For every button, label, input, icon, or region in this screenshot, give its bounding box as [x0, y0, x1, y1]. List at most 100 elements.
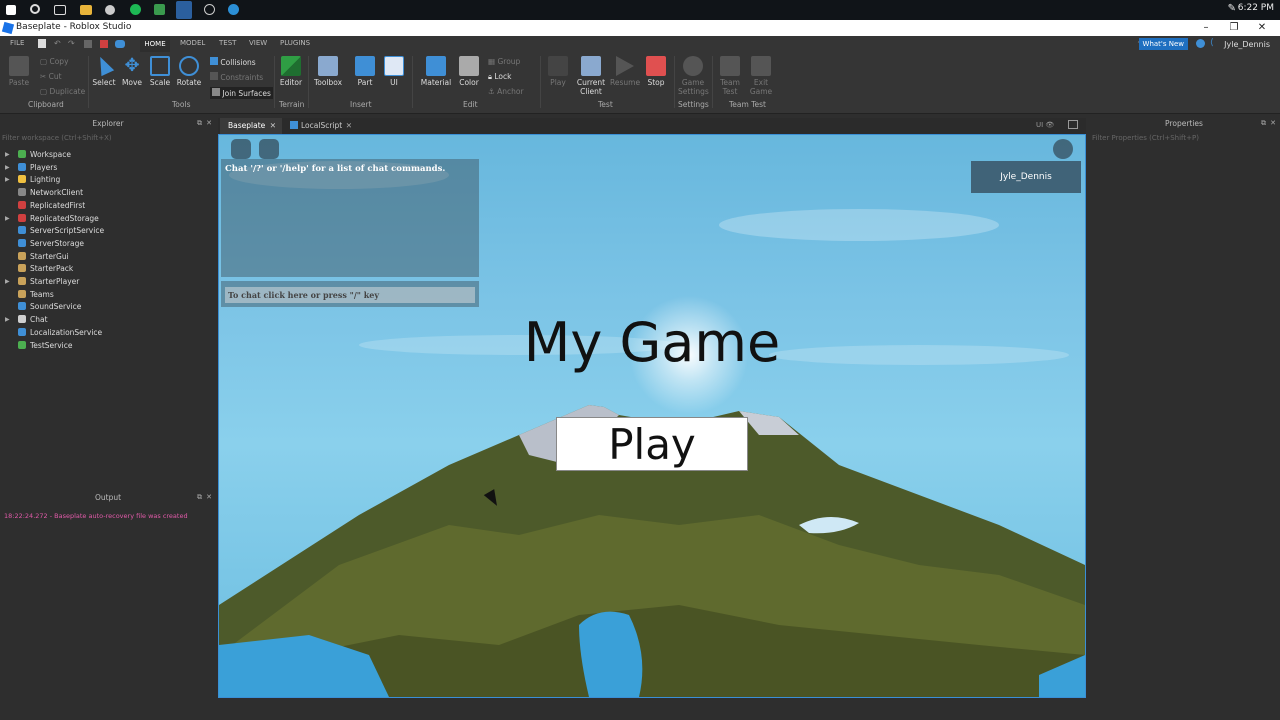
- collisions-toggle[interactable]: Collisions: [210, 57, 256, 67]
- select-button[interactable]: Select: [92, 53, 116, 87]
- maximize-icon[interactable]: ❐: [1220, 21, 1248, 35]
- tree-item[interactable]: StarterPack: [18, 263, 73, 275]
- current-client-button[interactable]: Current Client: [574, 56, 608, 96]
- user-menu[interactable]: Jyle_Dennis: [1224, 40, 1270, 49]
- properties-filter-input[interactable]: Filter Properties (Ctrl+Shift+P): [1090, 132, 1278, 144]
- game-settings-button[interactable]: Game Settings: [678, 56, 709, 96]
- tab-file[interactable]: FILE: [10, 39, 24, 47]
- tree-expand-icon[interactable]: ▶: [5, 215, 10, 222]
- ui-visibility-toggle[interactable]: UI 👁︎: [1036, 121, 1054, 129]
- player-list-entry[interactable]: Jyle_Dennis: [971, 161, 1081, 193]
- paste-button[interactable]: Paste: [6, 56, 32, 87]
- chat-input[interactable]: To chat click here or press "/" key: [225, 287, 475, 303]
- anchor-button[interactable]: ⚓︎ Anchor: [488, 87, 524, 96]
- undock-icon[interactable]: ⧉: [197, 493, 202, 502]
- tree-expand-icon[interactable]: ▶: [5, 278, 10, 285]
- spotify-icon[interactable]: [130, 4, 141, 15]
- rotate-button[interactable]: Rotate: [176, 56, 202, 87]
- color-button[interactable]: Color: [456, 56, 482, 87]
- tree-item[interactable]: Players: [18, 162, 57, 174]
- app-icon[interactable]: [105, 5, 115, 15]
- exit-game-button[interactable]: Exit Game: [748, 56, 774, 96]
- folder-icon[interactable]: [80, 5, 92, 15]
- tree-item[interactable]: LocalizationService: [18, 327, 102, 339]
- tab-home[interactable]: HOME: [140, 36, 170, 52]
- fullscreen-icon[interactable]: [1068, 120, 1078, 129]
- tree-item[interactable]: NetworkClient: [18, 187, 83, 199]
- new-file-icon[interactable]: [38, 39, 46, 48]
- explorer-filter-input[interactable]: Filter workspace (Ctrl+Shift+X): [0, 132, 216, 144]
- tree-expand-icon[interactable]: ▶: [5, 316, 10, 323]
- tree-item[interactable]: TestService: [18, 340, 73, 352]
- part-button[interactable]: Part: [352, 56, 378, 87]
- toolbox-button[interactable]: Toolbox: [312, 56, 344, 87]
- constraints-toggle[interactable]: Constraints: [210, 72, 263, 82]
- tab-view[interactable]: VIEW: [249, 39, 267, 47]
- play-button[interactable]: Play: [546, 56, 570, 87]
- group-button[interactable]: ▦ Group: [488, 57, 520, 66]
- stop-recording-icon[interactable]: [100, 40, 108, 48]
- tree-item[interactable]: Lighting: [18, 174, 60, 186]
- tree-item[interactable]: StarterGui: [18, 251, 69, 263]
- tree-expand-icon[interactable]: ▶: [5, 176, 10, 183]
- team-test-button[interactable]: Team Test: [716, 56, 744, 96]
- tree-expand-icon[interactable]: ▶: [5, 164, 10, 171]
- tree-item[interactable]: Workspace: [18, 149, 71, 161]
- tab-test[interactable]: TEST: [219, 39, 236, 47]
- tab-baseplate[interactable]: Baseplate ✕: [220, 118, 282, 134]
- task-view-icon[interactable]: [54, 5, 66, 15]
- roblox-studio-taskbar-icon[interactable]: [176, 1, 192, 19]
- duplicate-button[interactable]: ▢ Duplicate: [40, 87, 85, 96]
- minecraft-icon[interactable]: [154, 4, 165, 15]
- scale-button[interactable]: Scale: [148, 56, 172, 87]
- copy-button[interactable]: ▢ Copy: [40, 57, 69, 66]
- windows-start-icon[interactable]: [6, 5, 16, 15]
- stop-button[interactable]: Stop: [644, 56, 668, 87]
- game-viewport[interactable]: Chat '/?' or '/help' for a list of chat …: [218, 134, 1086, 698]
- save-icon[interactable]: [84, 40, 92, 48]
- tree-item[interactable]: Chat: [18, 314, 48, 326]
- tab-model[interactable]: MODEL: [180, 39, 205, 47]
- close-icon[interactable]: ✕: [1248, 21, 1276, 35]
- edge-icon[interactable]: [228, 4, 239, 15]
- cut-button[interactable]: ✂ Cut: [40, 72, 62, 81]
- close-tab-icon[interactable]: ✕: [270, 118, 276, 134]
- share-icon[interactable]: ⟨: [1210, 38, 1214, 48]
- close-panel-icon[interactable]: ✕: [206, 493, 212, 501]
- close-panel-icon[interactable]: ✕: [206, 119, 212, 127]
- help-icon[interactable]: [1196, 39, 1205, 48]
- tree-item[interactable]: ReplicatedStorage: [18, 213, 99, 225]
- undock-icon[interactable]: ⧉: [1261, 119, 1266, 128]
- tree-item[interactable]: ServerStorage: [18, 238, 84, 250]
- tab-localscript[interactable]: LocalScript ✕: [284, 118, 356, 134]
- chat-toggle-icon[interactable]: [259, 139, 279, 159]
- tree-expand-icon[interactable]: ▶: [5, 151, 10, 158]
- tree-item[interactable]: ReplicatedFirst: [18, 200, 85, 212]
- undo-icon[interactable]: ↶: [54, 39, 61, 48]
- tree-item[interactable]: SoundService: [18, 301, 81, 313]
- resume-button[interactable]: Resume: [610, 56, 640, 87]
- roblox-menu-icon[interactable]: [231, 139, 251, 159]
- pen-icon[interactable]: ✎: [1228, 3, 1236, 14]
- whats-new-button[interactable]: What's New: [1138, 38, 1188, 50]
- join-surfaces-toggle[interactable]: Join Surfaces: [210, 87, 273, 99]
- close-panel-icon[interactable]: ✕: [1270, 119, 1276, 127]
- more-options-icon[interactable]: [1053, 139, 1073, 159]
- ui-button[interactable]: UI: [382, 56, 406, 87]
- minimize-icon[interactable]: –: [1192, 21, 1220, 35]
- search-icon[interactable]: [30, 4, 40, 14]
- tab-plugins[interactable]: PLUGINS: [280, 39, 310, 47]
- tree-item[interactable]: ServerScriptService: [18, 225, 104, 237]
- lock-button[interactable]: 🔒︎ Lock: [488, 72, 511, 82]
- material-button[interactable]: Material: [420, 56, 452, 87]
- terrain-editor-button[interactable]: Editor: [278, 56, 304, 87]
- move-button[interactable]: ✥ Move: [120, 56, 144, 88]
- tree-item[interactable]: StarterPlayer: [18, 276, 79, 288]
- undock-icon[interactable]: ⧉: [197, 119, 202, 128]
- team-create-icon[interactable]: [115, 40, 125, 48]
- close-tab-icon[interactable]: ✕: [346, 118, 352, 134]
- obs-icon[interactable]: [204, 4, 215, 15]
- tree-item[interactable]: Teams: [18, 289, 54, 301]
- play-game-button[interactable]: Play: [556, 417, 748, 471]
- redo-icon[interactable]: ↷: [68, 39, 75, 48]
